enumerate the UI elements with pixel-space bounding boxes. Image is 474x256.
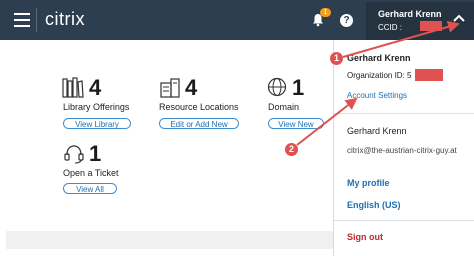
resource-locations-count: 4 <box>185 75 198 100</box>
notification-count-badge: 1 <box>320 8 331 17</box>
organization-id: Organization ID: 5 <box>347 71 412 80</box>
domain-count: 1 <box>292 75 305 100</box>
header-divider <box>36 8 37 32</box>
ccid-label: CCID : <box>378 23 402 32</box>
language-selector[interactable]: English (US) <box>347 200 401 210</box>
ticket-count: 1 <box>89 141 102 166</box>
header-user-name: Gerhard Krenn <box>378 9 442 19</box>
redacted-organization-id <box>415 69 443 81</box>
dashboard-content: 4 Library Offerings View Library 4 Resou… <box>0 40 333 256</box>
resource-locations-label: Resource Locations <box>159 102 239 112</box>
sign-out-link[interactable]: Sign out <box>347 232 383 242</box>
dropdown-customer-name: Gerhard Krenn <box>347 53 411 63</box>
user-dropdown-menu: Gerhard Krenn Organization ID: 5 Account… <box>333 40 474 256</box>
domain-label: Domain <box>268 102 300 112</box>
resource-location-icon <box>160 78 180 98</box>
dropdown-divider <box>334 220 474 221</box>
annotation-marker-1: 1 <box>330 52 343 65</box>
library-offerings-label: Library Offerings <box>63 102 130 112</box>
hamburger-menu-icon[interactable] <box>14 13 30 27</box>
library-offerings-count: 4 <box>89 75 102 100</box>
my-profile-link[interactable]: My profile <box>347 178 390 188</box>
account-settings-link[interactable]: Account Settings <box>347 91 407 100</box>
headset-icon <box>64 145 84 164</box>
user-email: citrix@the-austrian-citrix-guy.at <box>347 146 457 155</box>
dropdown-divider <box>334 113 474 114</box>
header-ccid: CCID : <box>378 23 402 32</box>
user-menu-button[interactable]: Gerhard Krenn CCID : <box>366 2 474 40</box>
chevron-up-icon[interactable] <box>453 14 465 22</box>
help-icon[interactable]: ? <box>340 14 353 27</box>
view-library-button[interactable]: View Library <box>63 118 131 129</box>
dropdown-user-name: Gerhard Krenn <box>347 126 407 136</box>
library-icon <box>62 77 84 98</box>
view-new-button[interactable]: View New <box>268 118 324 129</box>
content-footer-band <box>6 231 333 249</box>
redacted-ccid <box>420 21 442 31</box>
globe-icon <box>267 77 287 97</box>
open-ticket-label: Open a Ticket <box>63 168 119 178</box>
annotation-marker-2: 2 <box>285 143 298 156</box>
view-all-button[interactable]: View All <box>63 183 117 194</box>
edit-or-add-new-button[interactable]: Edit or Add New <box>159 118 239 129</box>
top-navigation-bar: citrix 1 ? Gerhard Krenn CCID : <box>0 0 474 40</box>
citrix-logo[interactable]: citrix <box>45 9 85 30</box>
